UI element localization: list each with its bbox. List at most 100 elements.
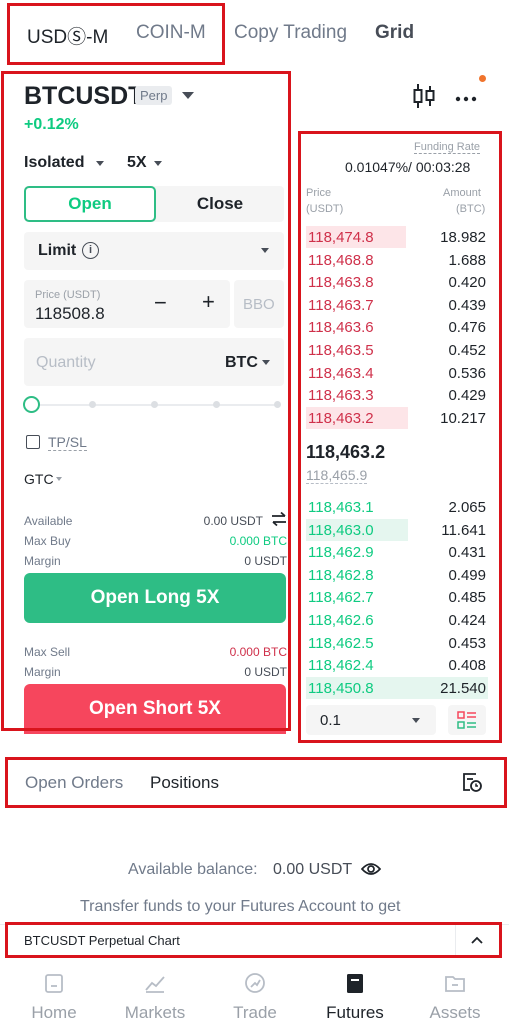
ask-amount: 1.688 — [448, 251, 486, 269]
amount-unit: (BTC) — [456, 203, 486, 215]
order-history-icon[interactable] — [461, 771, 483, 793]
ask-row[interactable]: 118,463.4 0.536 — [306, 362, 488, 384]
bbo-button[interactable]: BBO — [234, 280, 284, 328]
assets-icon — [445, 976, 465, 992]
bid-row[interactable]: 118,463.0 11.641 — [306, 518, 488, 541]
ask-price: 118,463.3 — [308, 387, 374, 405]
notification-dot-icon — [479, 75, 486, 82]
bid-row[interactable]: 118,462.5 0.453 — [306, 632, 488, 654]
futures-icon — [347, 974, 363, 993]
price-input[interactable]: Price (USDT) 118508.8 − + — [24, 280, 230, 328]
book-layout-button[interactable] — [448, 705, 486, 735]
transfer-icon[interactable] — [270, 511, 288, 527]
quantity-input[interactable]: Quantity BTC — [24, 338, 284, 386]
chart-bar-label: BTCUSDT Perpetual Chart — [24, 933, 180, 948]
leverage-select[interactable]: 5X — [127, 154, 147, 172]
margin-buy-label: Margin — [24, 554, 61, 568]
ask-row[interactable]: 118,463.2 10.217 — [306, 406, 488, 429]
bbo-label: BBO — [243, 296, 275, 313]
ask-row[interactable]: 118,463.6 0.476 — [306, 316, 488, 338]
bid-price: 118,462.4 — [308, 657, 374, 675]
bid-row[interactable]: 118,462.7 0.485 — [306, 586, 488, 608]
nav-markets[interactable]: Markets — [110, 972, 200, 1023]
price-change: +0.12% — [24, 116, 79, 133]
markets-icon — [145, 976, 165, 993]
bid-row[interactable]: 118,450.8 21.540 — [306, 676, 488, 699]
tpsl-label[interactable]: TP/SL — [48, 434, 87, 451]
ask-row[interactable]: 118,468.8 1.688 — [306, 249, 488, 271]
ask-price: 118,463.7 — [308, 296, 374, 314]
tpsl-checkbox[interactable] — [26, 435, 40, 449]
open-short-button[interactable]: Open Short 5X — [24, 684, 286, 734]
tab-coin-m[interactable]: COIN-M — [136, 22, 206, 44]
ask-row[interactable]: 118,463.8 0.420 — [306, 271, 488, 293]
ask-price: 118,468.8 — [308, 251, 374, 269]
ask-price: 118,463.2 — [308, 409, 374, 427]
bid-row[interactable]: 118,462.6 0.424 — [306, 609, 488, 631]
price-increment-button[interactable]: + — [202, 289, 215, 315]
tab-open-orders[interactable]: Open Orders — [25, 773, 123, 793]
bid-amount: 0.453 — [448, 634, 486, 652]
nav-assets[interactable]: Assets — [410, 972, 500, 1023]
price-decrement-button[interactable]: − — [154, 290, 167, 316]
more-options-icon[interactable] — [455, 90, 477, 102]
funding-rate-value: 0.01047%/ 00:03:28 — [345, 159, 471, 175]
margin-sell-label: Margin — [24, 665, 61, 679]
transfer-hint-text: Transfer funds to your Futures Account t… — [80, 898, 401, 915]
open-tab-button[interactable]: Open — [24, 186, 156, 222]
max-buy-value: 0.000 BTC — [229, 534, 287, 548]
slider-tick-100[interactable] — [274, 401, 281, 408]
mark-price[interactable]: 118,465.9 — [306, 467, 368, 484]
slider-tick-25[interactable] — [89, 401, 96, 408]
ask-row[interactable]: 118,463.7 0.439 — [306, 294, 488, 316]
available-label: Available — [24, 514, 73, 528]
amount-header: Amount — [443, 187, 481, 199]
candlestick-chart-icon[interactable] — [412, 82, 436, 110]
bid-price: 118,462.8 — [308, 566, 374, 584]
bid-price: 118,450.8 — [308, 679, 374, 697]
nav-home[interactable]: Home — [9, 972, 99, 1023]
time-in-force-select[interactable]: GTC — [24, 471, 54, 487]
symbol-name[interactable]: BTCUSDT — [24, 82, 143, 111]
bid-row[interactable]: 118,462.9 0.431 — [306, 541, 488, 563]
available-value: 0.00 USDT — [203, 514, 263, 528]
eye-icon[interactable] — [360, 862, 382, 876]
chart-bar[interactable]: BTCUSDT Perpetual Chart — [0, 924, 509, 957]
margin-mode-select[interactable]: Isolated — [24, 154, 84, 172]
tab-grid[interactable]: Grid — [375, 22, 414, 44]
precision-select[interactable]: 0.1 — [306, 705, 436, 735]
bid-price: 118,463.1 — [308, 499, 374, 516]
ask-row[interactable]: 118,463.5 0.452 — [306, 339, 488, 361]
close-tab-button[interactable]: Close — [156, 186, 284, 222]
price-value[interactable]: 118508.8 — [35, 304, 105, 324]
ask-price: 118,463.8 — [308, 274, 374, 292]
funding-rate-label[interactable]: Funding Rate — [414, 141, 481, 154]
bid-row[interactable]: 118,462.8 0.499 — [306, 564, 488, 586]
bid-row[interactable]: 118,463.1 2.065 — [306, 496, 488, 518]
tab-usds-m[interactable]: USDⓈ-M — [27, 22, 108, 49]
tab-copy-trading[interactable]: Copy Trading — [234, 22, 347, 44]
nav-futures[interactable]: Futures — [310, 972, 400, 1023]
last-price[interactable]: 118,463.2 — [306, 442, 385, 463]
open-close-toggle: Open Close — [24, 186, 284, 222]
chevron-up-icon[interactable] — [471, 936, 483, 944]
open-long-button[interactable]: Open Long 5X — [24, 573, 286, 623]
bid-row[interactable]: 118,462.4 0.408 — [306, 654, 488, 676]
ask-amount: 10.217 — [440, 409, 486, 427]
quantity-unit-select[interactable]: BTC — [225, 354, 258, 372]
info-icon[interactable]: i — [82, 242, 99, 259]
symbol-caret-down-icon[interactable] — [182, 92, 194, 99]
nav-home-label: Home — [31, 1003, 77, 1022]
ask-row[interactable]: 118,463.3 0.429 — [306, 384, 488, 406]
tab-positions[interactable]: Positions — [150, 773, 219, 793]
ask-amount: 0.536 — [448, 364, 486, 382]
nav-trade[interactable]: Trade — [210, 972, 300, 1023]
quantity-slider-handle[interactable] — [23, 396, 40, 413]
slider-tick-50[interactable] — [151, 401, 158, 408]
ask-row[interactable]: 118,474.8 18.982 — [306, 226, 488, 248]
slider-tick-75[interactable] — [213, 401, 220, 408]
bid-amount: 11.641 — [441, 521, 486, 539]
bid-price: 118,462.9 — [308, 544, 374, 562]
order-type-select[interactable]: Limit i — [24, 232, 284, 270]
price-label: Price (USDT) — [35, 289, 101, 301]
